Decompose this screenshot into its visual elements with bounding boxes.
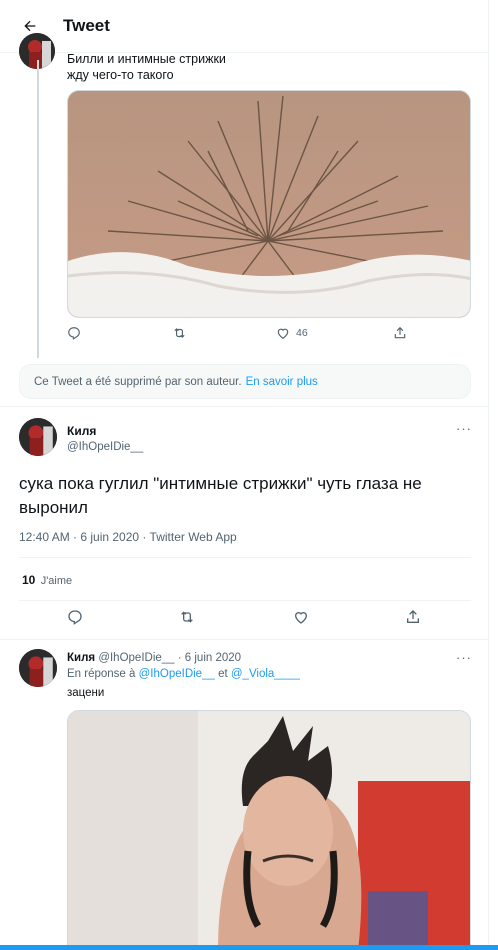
mention-link[interactable]: @IhOpeIDie__	[139, 668, 215, 680]
tweet-text: зацени	[67, 687, 105, 699]
divider	[0, 406, 488, 407]
tweet-image[interactable]	[67, 710, 471, 950]
taskbar-strip	[0, 945, 498, 950]
reply-icon	[68, 610, 82, 625]
likes-label: J'aime	[40, 575, 73, 587]
page-title: Tweet	[63, 16, 110, 35]
avatar[interactable]	[19, 418, 57, 456]
likes-count: 10	[22, 573, 36, 587]
share-button[interactable]	[393, 326, 407, 340]
divider	[19, 600, 471, 601]
like-count: 46	[296, 327, 308, 339]
share-icon	[407, 610, 419, 623]
scrollbar-track[interactable]	[488, 0, 498, 950]
avatar[interactable]	[19, 649, 57, 687]
like-icon	[294, 612, 308, 624]
tweet-meta[interactable]: 12:40 AM · 6 juin 2020 · Twitter Web App	[19, 530, 237, 544]
top-bar: Tweet	[0, 0, 488, 53]
reply-context: En réponse à @IhOpeIDie__ et @_Viola____	[67, 668, 300, 680]
like-icon	[277, 328, 289, 339]
deleted-tweet-notice: Ce Tweet a été supprimé par son auteur. …	[19, 364, 471, 399]
author-name[interactable]: Киля	[67, 424, 96, 438]
likes-summary[interactable]: 10 J'aime	[22, 573, 72, 587]
share-button[interactable]	[405, 609, 421, 625]
tweet-actions	[19, 609, 471, 631]
reply-prefix: En réponse à	[67, 668, 136, 680]
reply-icon	[68, 327, 80, 340]
learn-more-link[interactable]: En savoir plus	[246, 376, 318, 388]
deleted-notice-text: Ce Tweet a été supprimé par son auteur.	[34, 375, 242, 388]
tweet-text: сука пока гуглил "интимные стрижки" чуть…	[19, 474, 422, 517]
divider	[0, 639, 488, 640]
like-button[interactable]	[293, 609, 309, 625]
more-icon[interactable]: ···	[456, 421, 472, 436]
reply-author[interactable]: Киля @IhOpeIDie__ · 6 juin 2020	[67, 652, 241, 664]
like-button[interactable]: 46	[276, 326, 308, 340]
retweet-icon	[181, 611, 193, 623]
reply-button[interactable]	[67, 326, 81, 340]
author-handle-date: @IhOpeIDie__ · 6 juin 2020	[98, 652, 242, 664]
retweet-icon	[174, 328, 185, 338]
tweet-image[interactable]	[67, 90, 471, 318]
reply-button[interactable]	[67, 609, 83, 625]
author-name: Киля	[67, 652, 96, 664]
more-icon[interactable]: ···	[456, 650, 472, 665]
tweet-actions: 46	[67, 326, 471, 346]
mention-link[interactable]: @_Viola____	[231, 668, 300, 680]
thread-line	[37, 60, 39, 358]
tweet-text-line: Билли и интимные стрижки	[67, 52, 226, 66]
tweet-text-line: жду чего-то такого	[67, 68, 174, 82]
author-handle[interactable]: @IhOpeIDie__	[67, 441, 143, 453]
share-icon	[394, 326, 406, 339]
tweet-text: Билли и интимные стрижки жду чего-то так…	[67, 51, 226, 83]
reply-and: et	[218, 668, 228, 680]
retweet-button[interactable]	[172, 326, 187, 340]
back-arrow-icon	[24, 20, 36, 32]
divider	[19, 557, 471, 558]
retweet-button[interactable]	[178, 609, 196, 625]
